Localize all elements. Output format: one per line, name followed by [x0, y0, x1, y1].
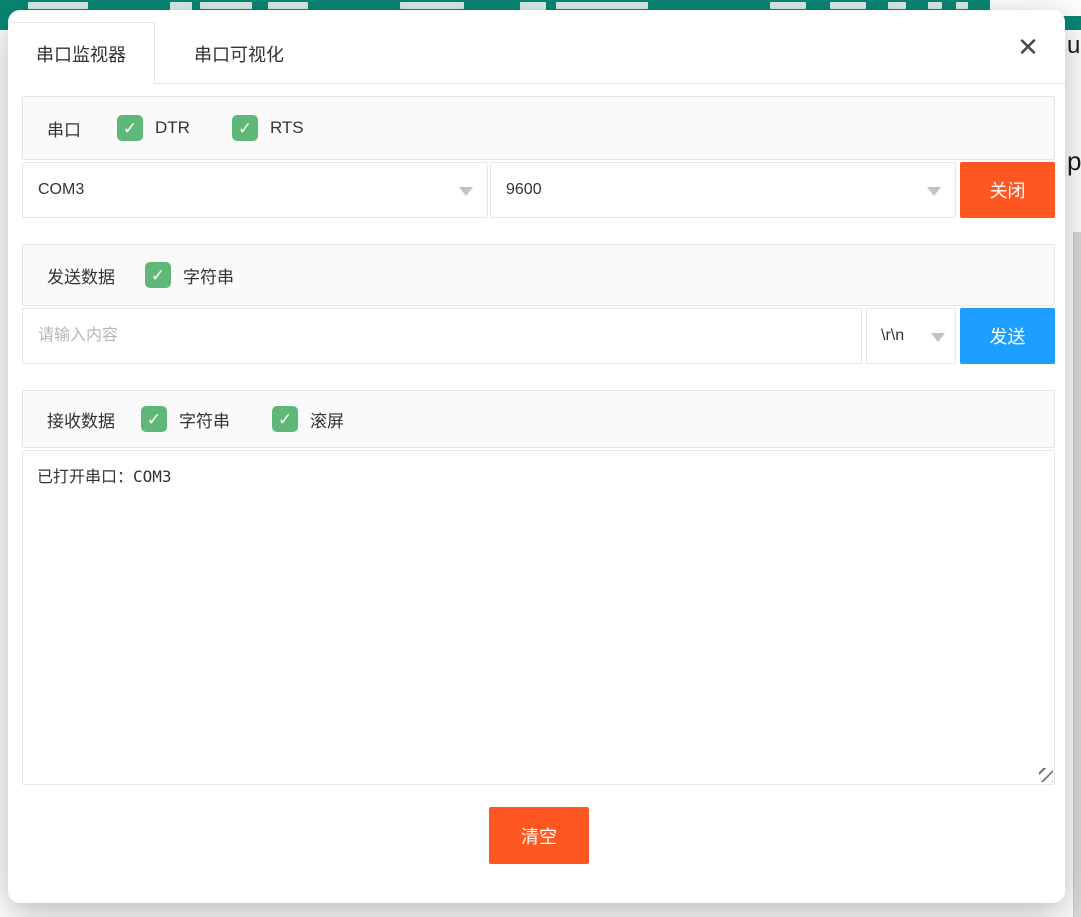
rts-checkbox[interactable]: ✓	[232, 115, 258, 141]
tab-serial-visualization-label: 串口可视化	[194, 41, 284, 67]
send-section-header: 发送数据 ✓ 字符串	[22, 244, 1055, 306]
baudrate-select-value: 9600	[506, 181, 542, 199]
dtr-checkbox-label: DTR	[155, 118, 190, 138]
checkmark-icon: ✓	[278, 411, 292, 428]
receive-string-checkbox[interactable]: ✓	[141, 406, 167, 432]
checkmark-icon: ✓	[238, 120, 252, 137]
background-menu-fragment	[556, 2, 648, 9]
send-button[interactable]: 发送	[960, 308, 1055, 364]
chevron-down-icon	[931, 333, 945, 342]
background-menu-fragment	[830, 2, 866, 9]
background-code-text-fragment: p	[1067, 146, 1081, 177]
background-menu-fragment	[770, 2, 806, 9]
receive-section-title: 接收数据	[47, 407, 115, 432]
close-icon[interactable]: ✕	[1013, 32, 1043, 62]
rts-checkbox-label: RTS	[270, 118, 304, 138]
background-menu-fragment	[888, 2, 906, 9]
received-line-prefix: 已打开串口：	[37, 467, 133, 486]
serial-section-header: 串口 ✓ DTR ✓ RTS	[22, 96, 1055, 160]
receive-string-checkbox-label: 字符串	[179, 407, 230, 432]
baudrate-select[interactable]: 9600	[490, 162, 956, 218]
background-page-scrollbar[interactable]	[1073, 232, 1081, 917]
background-menu-fragment	[400, 2, 464, 9]
dialog-tabbar: 串口监视器 串口可视化 ✕	[8, 10, 1065, 84]
received-data-output[interactable]: 已打开串口：COM3	[22, 450, 1055, 785]
background-code-text-fragment: u	[1067, 32, 1080, 60]
tab-serial-monitor-label: 串口监视器	[36, 41, 126, 67]
dtr-checkbox[interactable]: ✓	[117, 115, 143, 141]
checkmark-icon: ✓	[151, 267, 165, 284]
serial-monitor-dialog: 串口监视器 串口可视化 ✕ 串口 ✓ DTR ✓ RTS COM3 9600 关…	[8, 10, 1065, 903]
tab-serial-visualization[interactable]: 串口可视化	[178, 22, 300, 85]
checkmark-icon: ✓	[147, 411, 161, 428]
send-section-title: 发送数据	[47, 263, 115, 288]
background-menu-fragment	[28, 2, 88, 9]
send-content-input[interactable]	[22, 308, 862, 364]
port-select[interactable]: COM3	[22, 162, 488, 218]
port-select-value: COM3	[38, 181, 84, 199]
background-menu-fragment	[268, 2, 308, 9]
chevron-down-icon	[927, 187, 941, 196]
checkmark-icon: ✓	[123, 120, 137, 137]
send-string-checkbox-label: 字符串	[183, 263, 234, 288]
chevron-down-icon	[459, 187, 473, 196]
background-menu-fragment	[956, 2, 968, 9]
newline-select[interactable]: \r\n	[866, 308, 956, 364]
newline-select-value: \r\n	[881, 327, 904, 345]
tab-serial-monitor[interactable]: 串口监视器	[8, 22, 155, 85]
background-menu-fragment	[200, 2, 252, 9]
background-menu-fragment	[928, 2, 942, 9]
send-string-checkbox[interactable]: ✓	[145, 262, 171, 288]
serial-section-title: 串口	[47, 116, 81, 141]
clear-button[interactable]: 清空	[489, 807, 589, 864]
autoscroll-checkbox[interactable]: ✓	[272, 406, 298, 432]
textarea-resize-handle[interactable]	[1039, 768, 1053, 782]
received-line-value: COM3	[133, 467, 172, 486]
autoscroll-checkbox-label: 滚屏	[310, 407, 344, 432]
receive-section-header: 接收数据 ✓ 字符串 ✓ 滚屏	[22, 390, 1055, 448]
close-port-button[interactable]: 关闭	[960, 162, 1055, 218]
